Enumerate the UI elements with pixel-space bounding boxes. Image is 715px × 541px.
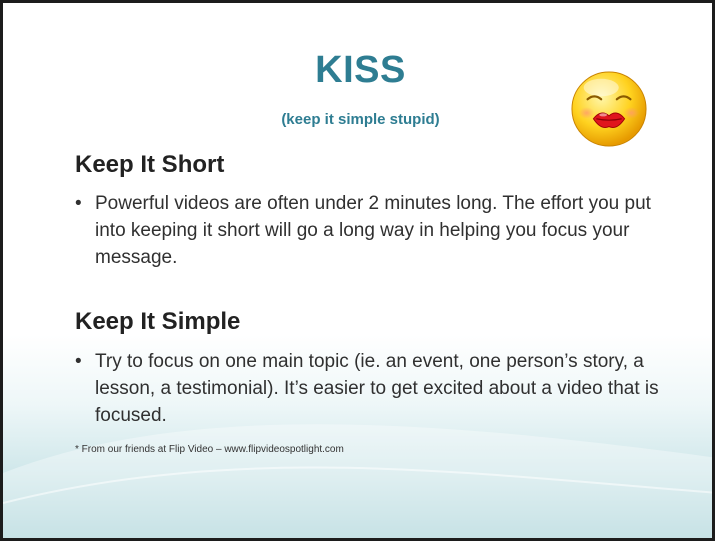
- bullet-item-short: • Powerful videos are often under 2 minu…: [75, 190, 663, 271]
- section-heading-simple: Keep It Simple: [75, 308, 241, 335]
- bullet-text-simple: Try to focus on one main topic (ie. an e…: [95, 351, 659, 426]
- bullet-text-short: Powerful videos are often under 2 minute…: [95, 193, 651, 268]
- footnote: * From our friends at Flip Video – www.f…: [75, 444, 344, 455]
- bullet-marker: •: [75, 193, 82, 214]
- bullet-item-simple: • Try to focus on one main topic (ie. an…: [75, 348, 663, 429]
- section-heading-short: Keep It Short: [75, 151, 225, 178]
- kissing-face-icon: [571, 71, 647, 147]
- bullet-marker: •: [75, 351, 82, 372]
- slide: KISS (keep it simple stupid) Keep It Sho…: [0, 0, 715, 541]
